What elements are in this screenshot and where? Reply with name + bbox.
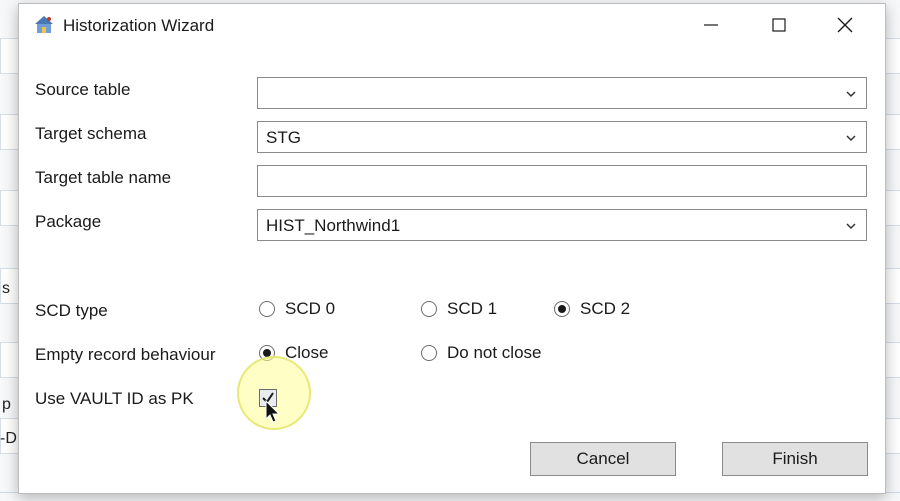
- background-cell: [884, 114, 900, 150]
- source-table-label: Source table: [35, 80, 131, 99]
- background-cell: [884, 268, 900, 304]
- background-cell: [884, 342, 900, 378]
- maximize-icon: [772, 18, 786, 32]
- maximize-button[interactable]: [753, 4, 805, 46]
- chevron-down-icon: [846, 135, 856, 142]
- radio-scd-1[interactable]: SCD 1: [421, 299, 497, 319]
- empty-record-behaviour-label: Empty record behaviour: [35, 345, 216, 364]
- target-schema-value: STG: [266, 128, 301, 147]
- package-select[interactable]: HIST_Northwind1: [257, 209, 867, 241]
- background-text: s: [2, 280, 10, 297]
- minimize-button[interactable]: [685, 4, 737, 46]
- target-schema-select[interactable]: STG: [257, 121, 867, 153]
- background-cell: [884, 190, 900, 226]
- wizard-icon: [35, 16, 53, 33]
- background-cell: [0, 38, 20, 74]
- radio-scd-2[interactable]: SCD 2: [554, 299, 630, 319]
- close-button[interactable]: [819, 4, 871, 46]
- radio-button[interactable]: [259, 301, 275, 317]
- minimize-icon: [704, 24, 718, 26]
- scd-type-label: SCD type: [35, 301, 108, 320]
- background-cell: [0, 114, 20, 150]
- package-value: HIST_Northwind1: [266, 216, 401, 235]
- cancel-button[interactable]: Cancel: [530, 442, 676, 476]
- source-table-select[interactable]: [257, 77, 867, 109]
- finish-button[interactable]: Finish: [722, 442, 868, 476]
- mouse-cursor-icon: [265, 400, 281, 423]
- historization-wizard-dialog: Historization Wizard Source table Target…: [18, 3, 886, 494]
- background-cell: [0, 342, 20, 378]
- radio-button[interactable]: [421, 301, 437, 317]
- radio-label: SCD 2: [580, 299, 631, 318]
- vault-id-pk-label: Use VAULT ID as PK: [35, 389, 194, 408]
- chevron-down-icon: [846, 223, 856, 230]
- radio-scd-0[interactable]: SCD 0: [259, 299, 335, 319]
- close-icon: [837, 17, 853, 33]
- background-text: p: [2, 396, 11, 413]
- background-cell: [884, 418, 900, 454]
- background-text: -D: [0, 430, 17, 447]
- target-schema-label: Target schema: [35, 124, 147, 143]
- radio-button[interactable]: [554, 301, 570, 317]
- target-table-name-label: Target table name: [35, 168, 172, 187]
- background-cell: [0, 190, 20, 226]
- background-cell: [884, 38, 900, 74]
- radio-label: SCD 1: [447, 299, 498, 318]
- radio-button[interactable]: [421, 345, 437, 361]
- radio-do-not-close[interactable]: Do not close: [421, 343, 542, 363]
- target-table-name-input[interactable]: [257, 165, 867, 197]
- window-title: Historization Wizard: [63, 16, 215, 35]
- package-label: Package: [35, 212, 102, 231]
- radio-label: SCD 0: [285, 299, 336, 318]
- chevron-down-icon: [846, 91, 856, 98]
- radio-label: Do not close: [447, 343, 542, 362]
- title-bar[interactable]: Historization Wizard: [19, 4, 885, 46]
